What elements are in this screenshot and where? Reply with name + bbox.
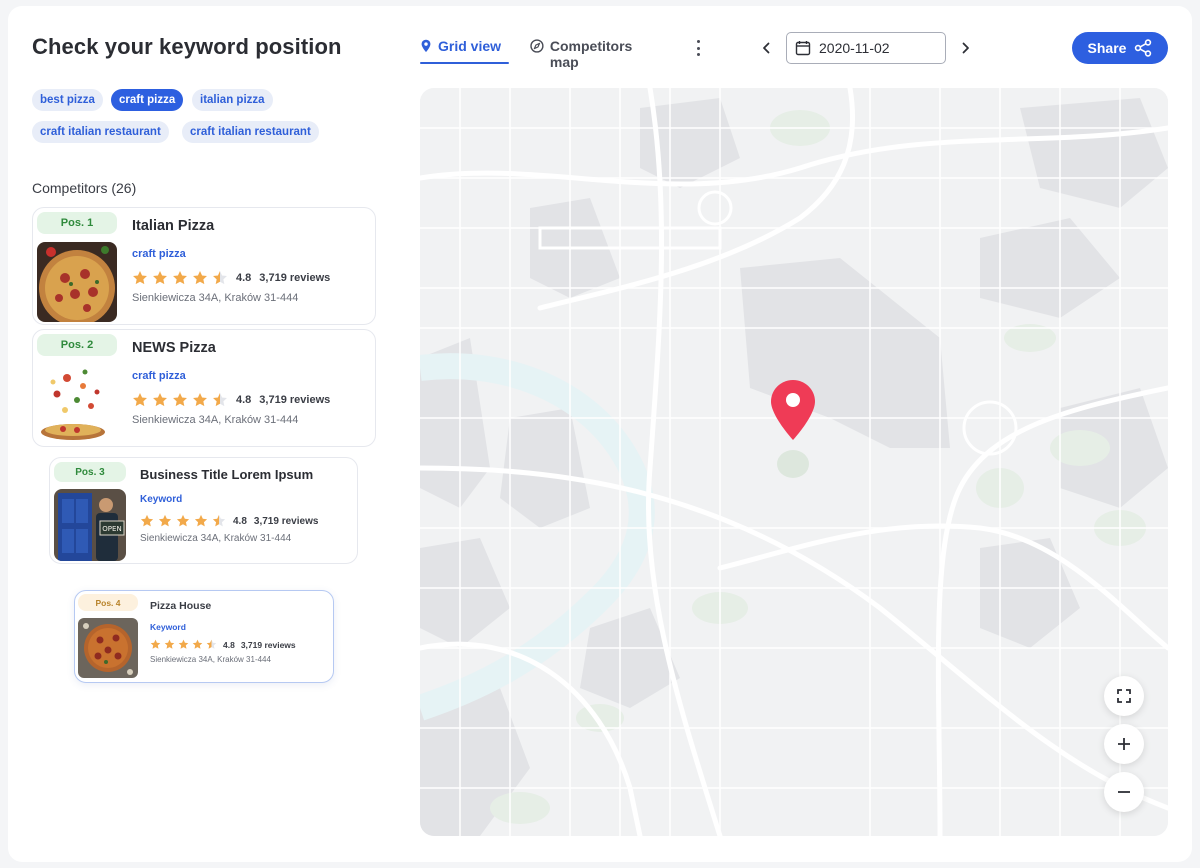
compass-icon bbox=[530, 39, 544, 53]
chevron-left-icon bbox=[763, 42, 770, 54]
review-count: 3,719 reviews bbox=[240, 639, 296, 650]
star-icon bbox=[173, 270, 187, 285]
star-icon bbox=[206, 639, 217, 649]
review-count: 3,719 reviews bbox=[259, 272, 331, 284]
fullscreen-icon bbox=[1117, 689, 1131, 703]
rating-value: 4.8 bbox=[236, 394, 252, 406]
calendar-icon bbox=[795, 41, 811, 56]
tab-grid-view[interactable]: Grid view bbox=[420, 38, 509, 64]
map-view[interactable] bbox=[420, 88, 1168, 836]
keyword-chip[interactable]: craft italian restaurant bbox=[32, 121, 169, 143]
location-pin-icon bbox=[421, 39, 431, 52]
star-icon bbox=[213, 270, 227, 285]
rating-row: 4.8 3,719 reviews bbox=[140, 514, 318, 528]
keyword-chip[interactable]: best pizza bbox=[32, 89, 103, 111]
star-icon bbox=[164, 639, 175, 649]
star-icon bbox=[133, 392, 147, 407]
star-icon bbox=[133, 270, 147, 285]
rating-value: 4.8 bbox=[236, 272, 252, 284]
position-badge: Pos. 3 bbox=[54, 462, 126, 482]
tab-competitors-map[interactable]: Competitors map bbox=[530, 38, 664, 70]
competitor-card[interactable]: Pos. 1 Italian Pizza craft pizza 4.8 3,7… bbox=[32, 207, 376, 325]
prev-date-button[interactable] bbox=[756, 38, 776, 58]
competitor-card[interactable]: Pos. 3 OPEN Business Title Lorem Ipsum K… bbox=[49, 457, 358, 564]
rating-stars bbox=[150, 639, 217, 650]
keyword-label: craft pizza bbox=[132, 248, 186, 260]
location-marker-pin bbox=[771, 380, 815, 440]
location-marker-dot bbox=[786, 393, 800, 407]
business-address: Sienkiewicza 34A, Kraków 31-444 bbox=[132, 292, 299, 304]
more-vertical-icon[interactable] bbox=[692, 38, 704, 58]
business-address: Sienkiewicza 34A, Kraków 31-444 bbox=[150, 655, 271, 664]
competitors-heading: Competitors (26) bbox=[32, 180, 136, 196]
tab-competitors-map-label: Competitors map bbox=[549, 38, 633, 70]
star-icon bbox=[150, 639, 161, 649]
tab-grid-view-label: Grid view bbox=[438, 38, 502, 54]
rating-stars bbox=[132, 392, 228, 408]
star-icon bbox=[193, 392, 207, 407]
rating-value: 4.8 bbox=[223, 639, 235, 650]
business-name: Business Title Lorem Ipsum bbox=[140, 467, 314, 482]
business-name: NEWS Pizza bbox=[132, 340, 216, 356]
date-field[interactable]: 2020-11-02 bbox=[786, 32, 946, 64]
share-button[interactable]: Share bbox=[1072, 32, 1168, 64]
fullscreen-button[interactable] bbox=[1104, 676, 1144, 716]
rating-row: 4.8 3,719 reviews bbox=[132, 392, 330, 408]
star-icon bbox=[173, 392, 187, 407]
business-name: Italian Pizza bbox=[132, 218, 215, 234]
zoom-out-icon bbox=[1118, 791, 1130, 793]
rating-stars bbox=[140, 514, 226, 528]
competitors-count: (26) bbox=[111, 180, 137, 196]
competitor-card[interactable]: Pos. 2 NEWS Pizza craft pizza 4.8 3,719 … bbox=[32, 329, 376, 447]
rating-row: 4.8 3,719 reviews bbox=[150, 639, 296, 650]
keyword-label: Keyword bbox=[140, 494, 183, 505]
star-icon bbox=[213, 392, 227, 407]
position-badge: Pos. 2 bbox=[37, 334, 117, 356]
business-address: Sienkiewicza 34A, Kraków 31-444 bbox=[140, 533, 292, 544]
zoom-in-icon bbox=[1118, 738, 1130, 750]
keyword-label: craft pizza bbox=[132, 370, 186, 382]
chevron-right-icon bbox=[962, 42, 969, 54]
rating-value: 4.8 bbox=[233, 515, 247, 527]
rating-row: 4.8 3,719 reviews bbox=[132, 270, 330, 286]
star-icon bbox=[192, 639, 203, 649]
zoom-in-button[interactable] bbox=[1104, 724, 1144, 764]
competitors-label: Competitors bbox=[32, 180, 108, 196]
star-icon bbox=[153, 270, 167, 285]
review-count: 3,719 reviews bbox=[253, 515, 319, 527]
competitor-card[interactable]: Pos. 4 Pizza House Keyword 4.8 3,719 rev… bbox=[74, 590, 334, 683]
business-photo: OPEN bbox=[54, 489, 126, 561]
business-photo bbox=[37, 364, 117, 444]
position-badge: Pos. 4 bbox=[78, 594, 138, 611]
svg-text:OPEN: OPEN bbox=[102, 525, 121, 533]
star-icon bbox=[158, 514, 172, 527]
star-icon bbox=[153, 392, 167, 407]
keyword-chip-selected[interactable]: craft pizza bbox=[111, 89, 184, 111]
keyword-chip[interactable]: craft italian restaurant bbox=[182, 121, 319, 143]
map-canvas[interactable] bbox=[420, 88, 1168, 836]
keyword-label: Keyword bbox=[150, 622, 186, 632]
business-name: Pizza House bbox=[150, 600, 212, 612]
share-button-label: Share bbox=[1087, 40, 1127, 56]
next-date-button[interactable] bbox=[956, 38, 976, 58]
keyword-chip[interactable]: italian pizza bbox=[192, 89, 273, 111]
star-icon bbox=[212, 514, 226, 527]
star-icon bbox=[176, 514, 190, 527]
location-marker-icon[interactable] bbox=[769, 378, 817, 442]
star-icon bbox=[140, 514, 154, 527]
zoom-out-button[interactable] bbox=[1104, 772, 1144, 812]
business-address: Sienkiewicza 34A, Kraków 31-444 bbox=[132, 414, 299, 426]
business-photo bbox=[37, 242, 117, 322]
star-icon bbox=[194, 514, 208, 527]
date-value: 2020-11-02 bbox=[819, 40, 890, 56]
position-badge: Pos. 1 bbox=[37, 212, 117, 234]
share-icon bbox=[1135, 39, 1152, 57]
review-count: 3,719 reviews bbox=[259, 394, 331, 406]
star-icon bbox=[193, 270, 207, 285]
business-photo bbox=[78, 618, 138, 678]
rating-stars bbox=[132, 270, 228, 286]
star-icon bbox=[178, 639, 189, 649]
page-title: Check your keyword position bbox=[32, 34, 342, 59]
